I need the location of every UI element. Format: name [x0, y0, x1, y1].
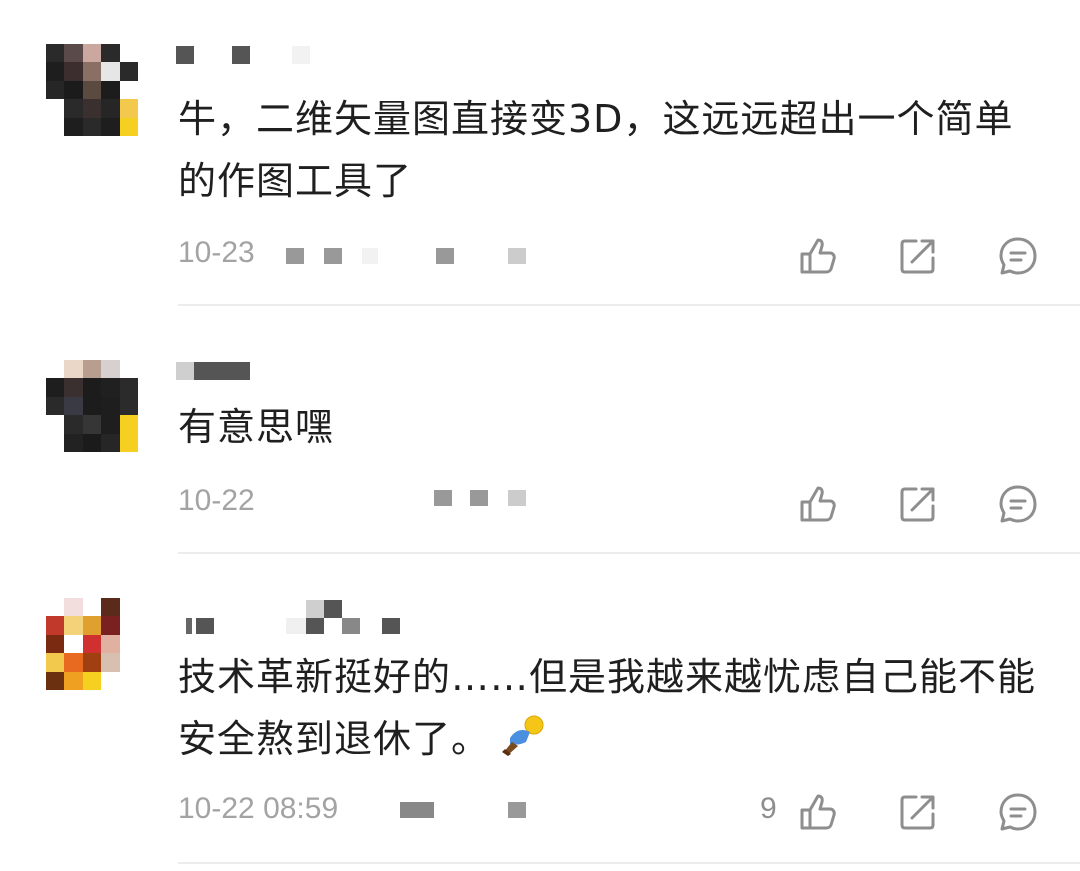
- share-icon: [900, 795, 935, 830]
- share-button[interactable]: [896, 790, 940, 834]
- avatar[interactable]: [46, 44, 138, 136]
- like-button[interactable]: [796, 790, 840, 834]
- share-button[interactable]: [896, 482, 940, 526]
- reply-button[interactable]: [996, 790, 1040, 834]
- thumbs-up-icon: [800, 238, 836, 274]
- username-redacted[interactable]: [176, 600, 416, 634]
- share-icon: [900, 487, 935, 522]
- avatar[interactable]: [46, 360, 138, 452]
- divider: [178, 552, 1080, 554]
- username-redacted[interactable]: [176, 46, 356, 66]
- like-count: 9: [760, 792, 777, 825]
- share-button[interactable]: [896, 234, 940, 278]
- divider: [178, 862, 1080, 864]
- like-button[interactable]: [796, 234, 840, 278]
- comment-actions: 9: [0, 790, 1080, 834]
- comment-actions: [0, 482, 1080, 526]
- avatar[interactable]: [46, 598, 138, 690]
- thumbs-up-icon: [800, 794, 836, 830]
- thumbs-up-icon: [800, 486, 836, 522]
- share-icon: [900, 239, 935, 274]
- reply-icon: [999, 237, 1037, 275]
- comment-actions: [0, 234, 1080, 278]
- reply-button[interactable]: [996, 482, 1040, 526]
- sleeping-figure-icon: [496, 714, 546, 758]
- comment-text-content: 技术革新挺好的……但是我越来越忧虑自己能不能安全熬到退休了。: [178, 655, 1037, 761]
- comment-text: 有意思嘿: [178, 405, 335, 449]
- reply-button[interactable]: [996, 234, 1040, 278]
- like-button[interactable]: [796, 482, 840, 526]
- reply-icon: [999, 485, 1037, 523]
- divider: [178, 304, 1080, 306]
- comment-text: 技术革新挺好的……但是我越来越忧虑自己能不能安全熬到退休了。: [178, 646, 1048, 770]
- comment-text: 牛，二维矢量图直接变3D，这远远超出一个简单的作图工具了: [178, 97, 1014, 203]
- username-redacted[interactable]: [176, 362, 256, 382]
- reply-icon: [999, 793, 1037, 831]
